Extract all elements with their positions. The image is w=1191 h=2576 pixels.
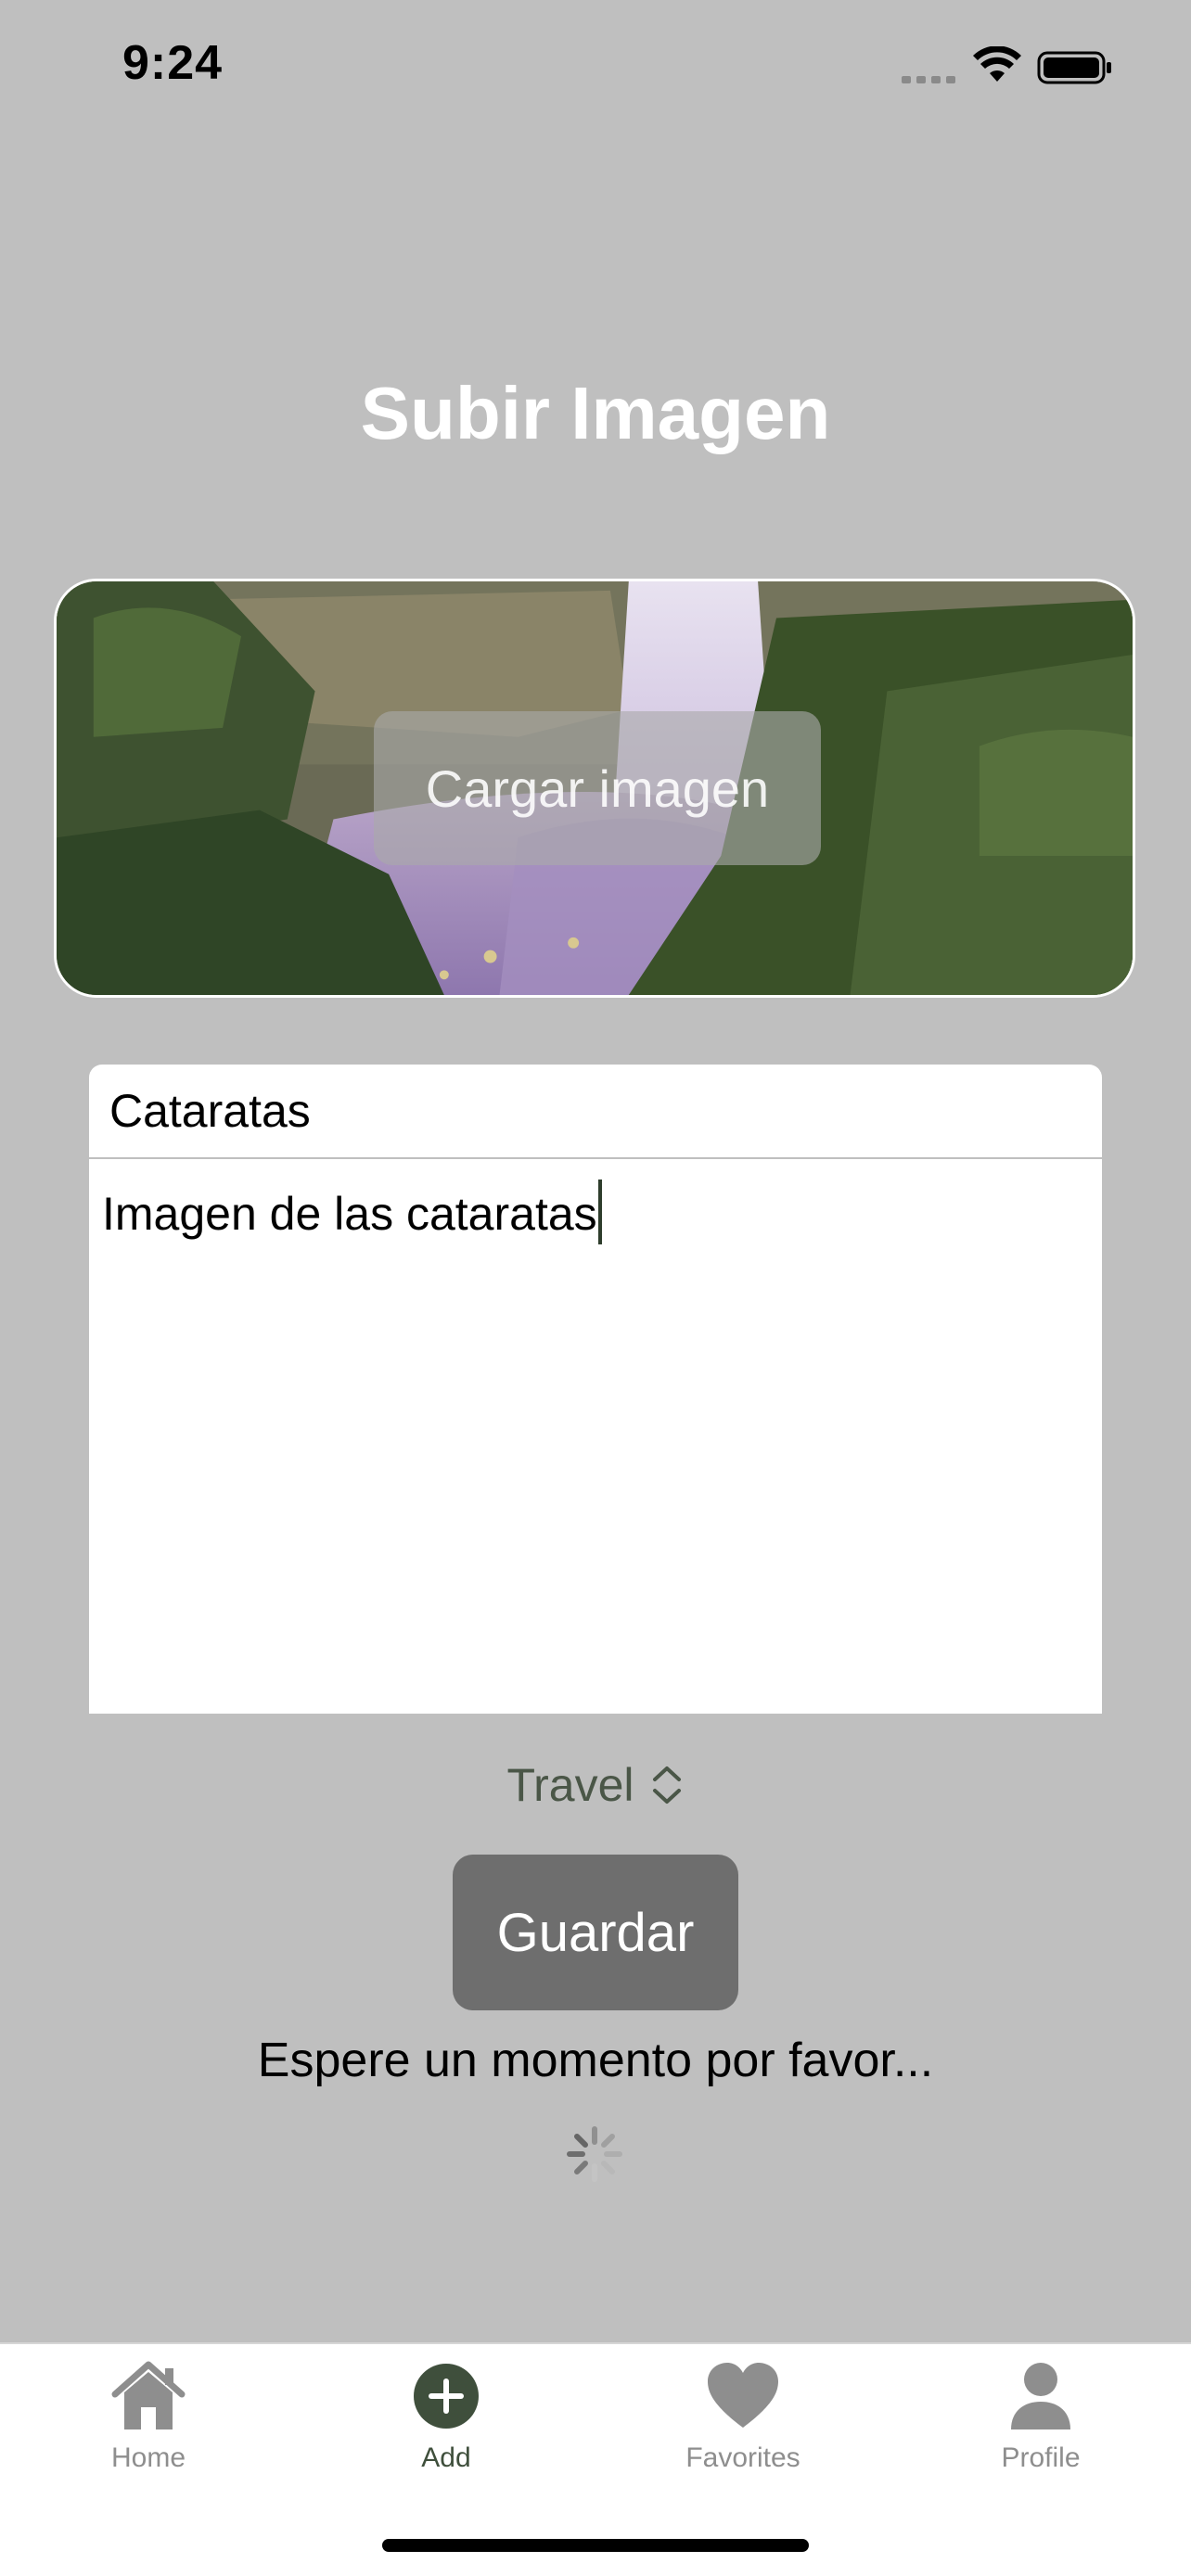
category-picker-value: Travel bbox=[506, 1759, 634, 1811]
load-image-button[interactable]: Cargar imagen bbox=[374, 711, 821, 865]
category-picker[interactable]: Travel bbox=[0, 1753, 1191, 1817]
wifi-icon bbox=[973, 46, 1021, 82]
home-indicator[interactable] bbox=[382, 2539, 809, 2552]
house-icon bbox=[111, 2361, 186, 2429]
plus-circle-icon bbox=[414, 2364, 479, 2429]
title-field-value: Cataratas bbox=[109, 1085, 311, 1137]
tab-home[interactable]: Home bbox=[56, 2361, 241, 2491]
tab-favorites[interactable]: Favorites bbox=[650, 2361, 836, 2491]
page-title: Subir Imagen bbox=[360, 372, 831, 454]
tab-add-label: Add bbox=[421, 2442, 471, 2473]
status-time: 9:24 bbox=[122, 36, 224, 90]
heart-icon bbox=[708, 2363, 778, 2428]
title-field[interactable]: Cataratas bbox=[89, 1065, 1102, 1157]
loading-message: Espere un momento por favor... bbox=[257, 2034, 934, 2087]
tab-add[interactable]: Add bbox=[353, 2361, 539, 2491]
activity-spinner-icon bbox=[567, 2126, 622, 2182]
description-field[interactable]: Imagen de las cataratas bbox=[89, 1159, 1102, 1714]
tab-profile-label: Profile bbox=[1001, 2442, 1081, 2473]
tab-favorites-label: Favorites bbox=[685, 2442, 800, 2473]
tab-profile[interactable]: Profile bbox=[948, 2361, 1133, 2491]
status-bar: 9:24 bbox=[0, 0, 1191, 139]
image-preview[interactable]: Cargar imagen bbox=[54, 579, 1135, 998]
person-icon bbox=[1011, 2363, 1070, 2429]
chevron-up-down-icon bbox=[652, 1766, 681, 1804]
cellular-signal-icon bbox=[902, 76, 957, 83]
description-field-value: Imagen de las cataratas bbox=[102, 1188, 597, 1240]
save-button[interactable]: Guardar bbox=[453, 1855, 738, 2010]
text-cursor bbox=[597, 1180, 602, 1244]
tab-home-label: Home bbox=[110, 2442, 186, 2473]
battery-icon bbox=[1037, 51, 1111, 84]
